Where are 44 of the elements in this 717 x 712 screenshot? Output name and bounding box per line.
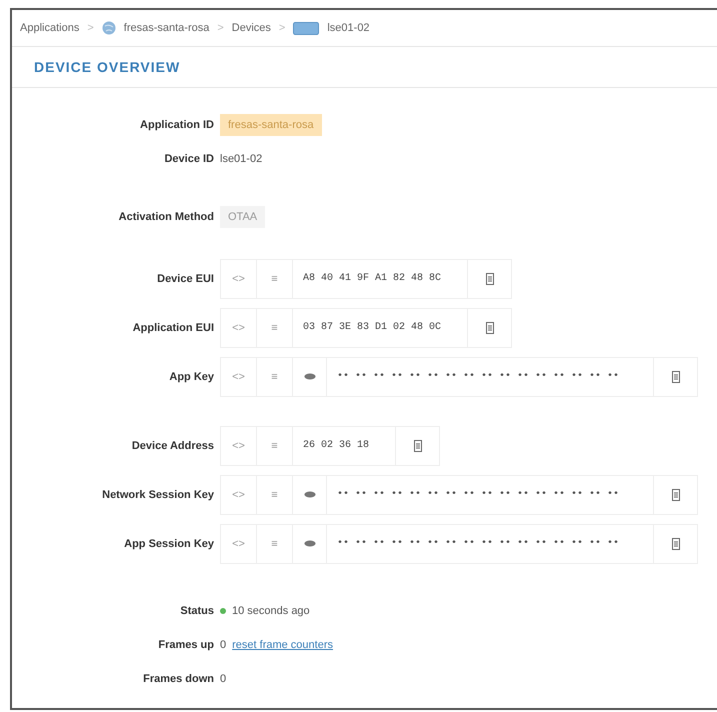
field-label: Frames down <box>142 673 215 685</box>
field-label: Device EUI <box>156 272 215 284</box>
clipboard-icon <box>672 370 680 382</box>
field-value: 0 <box>220 673 226 685</box>
field-label: App Session Key <box>123 538 215 550</box>
key-value: 26 02 36 18 <box>302 440 370 451</box>
key-value: •• •• •• •• •• •• •• •• •• •• •• •• •• •• •• •• <box>336 371 620 382</box>
key-value: •• •• •• •• •• •• •• •• •• •• •• •• •• •• •• •• <box>336 538 620 549</box>
key-value: A8 40 41 9F A1 82 48 8C <box>302 273 442 284</box>
field-label: Network Session Key <box>101 488 215 500</box>
eye-icon <box>304 540 316 547</box>
clipboard-icon <box>672 488 680 500</box>
eye-icon <box>304 491 316 498</box>
application-id-tag: fresas-santa-rosa <box>220 114 322 136</box>
eye-icon <box>304 373 316 380</box>
field-label: Status <box>179 605 215 617</box>
breadcrumb-link[interactable]: Applications <box>20 22 80 34</box>
field-label: App Key <box>168 370 215 382</box>
reset-frame-counters-link[interactable]: reset frame counters <box>232 639 333 651</box>
field-value: 0 <box>220 639 226 651</box>
breadcrumb-separator: > <box>217 22 224 34</box>
clipboard-icon <box>414 440 422 452</box>
field-label: Application EUI <box>132 322 215 334</box>
field-label: Activation Method <box>118 211 215 223</box>
breadcrumb-separator: > <box>278 22 286 34</box>
activation-method-tag: OTAA <box>220 206 266 228</box>
field-label: Application ID <box>139 119 215 131</box>
field-value: lse01-02 <box>220 153 262 165</box>
key-value: •• •• •• •• •• •• •• •• •• •• •• •• •• •• •• •• <box>336 489 620 500</box>
field-label: Device ID <box>163 153 215 165</box>
field-label: Device Address <box>130 440 215 452</box>
clipboard-icon <box>672 538 680 550</box>
device-icon <box>293 22 320 34</box>
clipboard-icon <box>486 272 494 284</box>
field-label: Frames up <box>157 639 215 651</box>
status-text: 10 seconds ago <box>232 605 310 617</box>
globe-icon <box>102 21 116 35</box>
breadcrumb-link[interactable]: fresas-santa-rosa <box>124 22 210 34</box>
clipboard-icon <box>486 322 494 334</box>
breadcrumb-link[interactable]: Devices <box>232 22 271 34</box>
breadcrumb-separator: > <box>87 22 94 34</box>
breadcrumb-link[interactable]: lse01-02 <box>327 22 370 34</box>
section-title: DEVICE OVERVIEW <box>34 59 180 75</box>
key-value: 03 87 3E 83 D1 02 48 0C <box>302 322 442 333</box>
